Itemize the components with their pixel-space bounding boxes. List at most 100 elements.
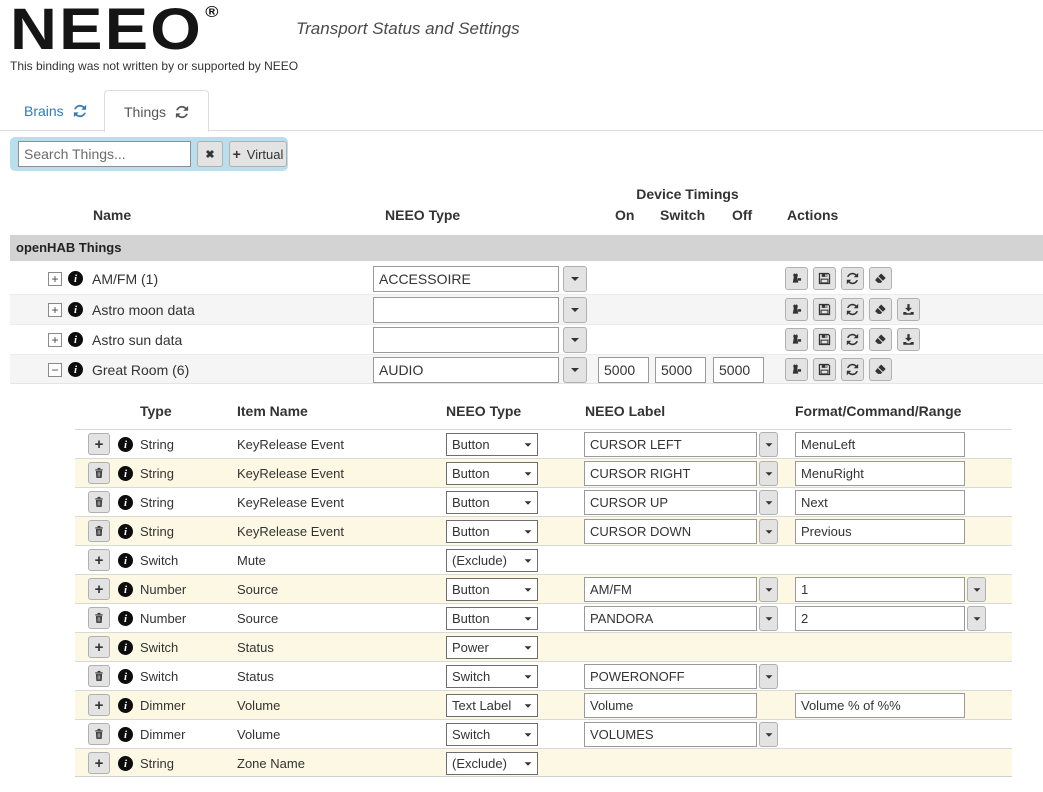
neeo-type-dropdown-button[interactable] — [563, 266, 587, 292]
neeo-type-input[interactable] — [373, 327, 559, 353]
neeo-type-select[interactable]: Switch — [446, 723, 538, 746]
download-button[interactable] — [897, 328, 920, 351]
clear-search-button[interactable]: ✖ — [197, 141, 223, 167]
neeo-label-input[interactable] — [584, 722, 757, 747]
info-icon[interactable]: i — [118, 524, 133, 539]
refresh-icon[interactable] — [73, 104, 87, 118]
neeo-label-input[interactable] — [584, 490, 757, 515]
neeo-label-input[interactable] — [584, 693, 757, 718]
neeo-type-select[interactable]: (Exclude) — [446, 752, 538, 775]
info-icon[interactable]: i — [68, 362, 83, 377]
format-dropdown-button[interactable] — [967, 606, 986, 631]
search-input[interactable] — [18, 141, 191, 167]
pawn-button[interactable] — [785, 358, 808, 381]
info-icon[interactable]: i — [68, 271, 83, 286]
delete-channel-button[interactable] — [88, 607, 110, 629]
tab-brains[interactable]: Brains — [10, 90, 101, 131]
format-input[interactable] — [795, 461, 965, 486]
timing-off-input[interactable] — [713, 357, 764, 383]
neeo-type-input[interactable] — [373, 297, 559, 323]
info-icon[interactable]: i — [118, 495, 133, 510]
neeo-label-input[interactable] — [584, 606, 757, 631]
neeo-type-dropdown-button[interactable] — [563, 297, 587, 323]
timing-switch-input[interactable] — [655, 357, 706, 383]
neeo-type-select[interactable]: Button — [446, 491, 538, 514]
add-channel-button[interactable]: + — [88, 433, 110, 455]
refresh-button[interactable] — [841, 358, 864, 381]
info-icon[interactable]: i — [118, 727, 133, 742]
neeo-label-dropdown-button[interactable] — [759, 722, 778, 747]
neeo-type-select[interactable]: Switch — [446, 665, 538, 688]
info-icon[interactable]: i — [118, 611, 133, 626]
add-channel-button[interactable]: + — [88, 549, 110, 571]
neeo-label-dropdown-button[interactable] — [759, 606, 778, 631]
neeo-label-input[interactable] — [584, 664, 757, 689]
format-input[interactable] — [795, 606, 965, 631]
expand-button[interactable]: + — [48, 272, 62, 286]
info-icon[interactable]: i — [118, 698, 133, 713]
info-icon[interactable]: i — [68, 332, 83, 347]
delete-channel-button[interactable] — [88, 723, 110, 745]
neeo-type-input[interactable] — [373, 357, 559, 383]
save-button[interactable] — [813, 358, 836, 381]
neeo-type-select[interactable]: Button — [446, 433, 538, 456]
tab-things[interactable]: Things — [104, 90, 210, 132]
delete-channel-button[interactable] — [88, 520, 110, 542]
neeo-type-input[interactable] — [373, 266, 559, 292]
eraser-button[interactable] — [869, 358, 892, 381]
neeo-type-select[interactable]: (Exclude) — [446, 549, 538, 572]
neeo-type-select[interactable]: Power — [446, 636, 538, 659]
delete-channel-button[interactable] — [88, 462, 110, 484]
eraser-button[interactable] — [869, 328, 892, 351]
info-icon[interactable]: i — [118, 756, 133, 771]
pawn-button[interactable] — [785, 267, 808, 290]
neeo-label-dropdown-button[interactable] — [759, 490, 778, 515]
format-input[interactable] — [795, 432, 965, 457]
format-input[interactable] — [795, 519, 965, 544]
eraser-button[interactable] — [869, 267, 892, 290]
add-channel-button[interactable]: + — [88, 636, 110, 658]
neeo-type-select[interactable]: Button — [446, 462, 538, 485]
timing-on-input[interactable] — [598, 357, 649, 383]
delete-channel-button[interactable] — [88, 665, 110, 687]
neeo-label-input[interactable] — [584, 461, 757, 486]
info-icon[interactable]: i — [118, 553, 133, 568]
pawn-button[interactable] — [785, 328, 808, 351]
add-channel-button[interactable]: + — [88, 578, 110, 600]
format-dropdown-button[interactable] — [967, 577, 986, 602]
neeo-label-input[interactable] — [584, 577, 757, 602]
save-button[interactable] — [813, 328, 836, 351]
save-button[interactable] — [813, 267, 836, 290]
format-input[interactable] — [795, 693, 965, 718]
info-icon[interactable]: i — [118, 437, 133, 452]
download-button[interactable] — [897, 298, 920, 321]
neeo-label-input[interactable] — [584, 432, 757, 457]
format-input[interactable] — [795, 490, 965, 515]
add-channel-button[interactable]: + — [88, 694, 110, 716]
info-icon[interactable]: i — [118, 466, 133, 481]
neeo-label-dropdown-button[interactable] — [759, 432, 778, 457]
neeo-label-dropdown-button[interactable] — [759, 664, 778, 689]
refresh-icon[interactable] — [175, 105, 189, 119]
save-button[interactable] — [813, 298, 836, 321]
pawn-button[interactable] — [785, 298, 808, 321]
neeo-type-select[interactable]: Button — [446, 520, 538, 543]
expand-button[interactable]: + — [48, 303, 62, 317]
expand-button[interactable]: + — [48, 333, 62, 347]
neeo-label-dropdown-button[interactable] — [759, 519, 778, 544]
refresh-button[interactable] — [841, 328, 864, 351]
neeo-type-select[interactable]: Button — [446, 607, 538, 630]
neeo-type-select[interactable]: Text Label — [446, 694, 538, 717]
neeo-type-dropdown-button[interactable] — [563, 327, 587, 353]
neeo-label-dropdown-button[interactable] — [759, 577, 778, 602]
neeo-type-select[interactable]: Button — [446, 578, 538, 601]
delete-channel-button[interactable] — [88, 491, 110, 513]
neeo-type-dropdown-button[interactable] — [563, 357, 587, 383]
info-icon[interactable]: i — [118, 640, 133, 655]
info-icon[interactable]: i — [118, 582, 133, 597]
neeo-label-input[interactable] — [584, 519, 757, 544]
info-icon[interactable]: i — [68, 302, 83, 317]
eraser-button[interactable] — [869, 298, 892, 321]
format-input[interactable] — [795, 577, 965, 602]
refresh-button[interactable] — [841, 267, 864, 290]
